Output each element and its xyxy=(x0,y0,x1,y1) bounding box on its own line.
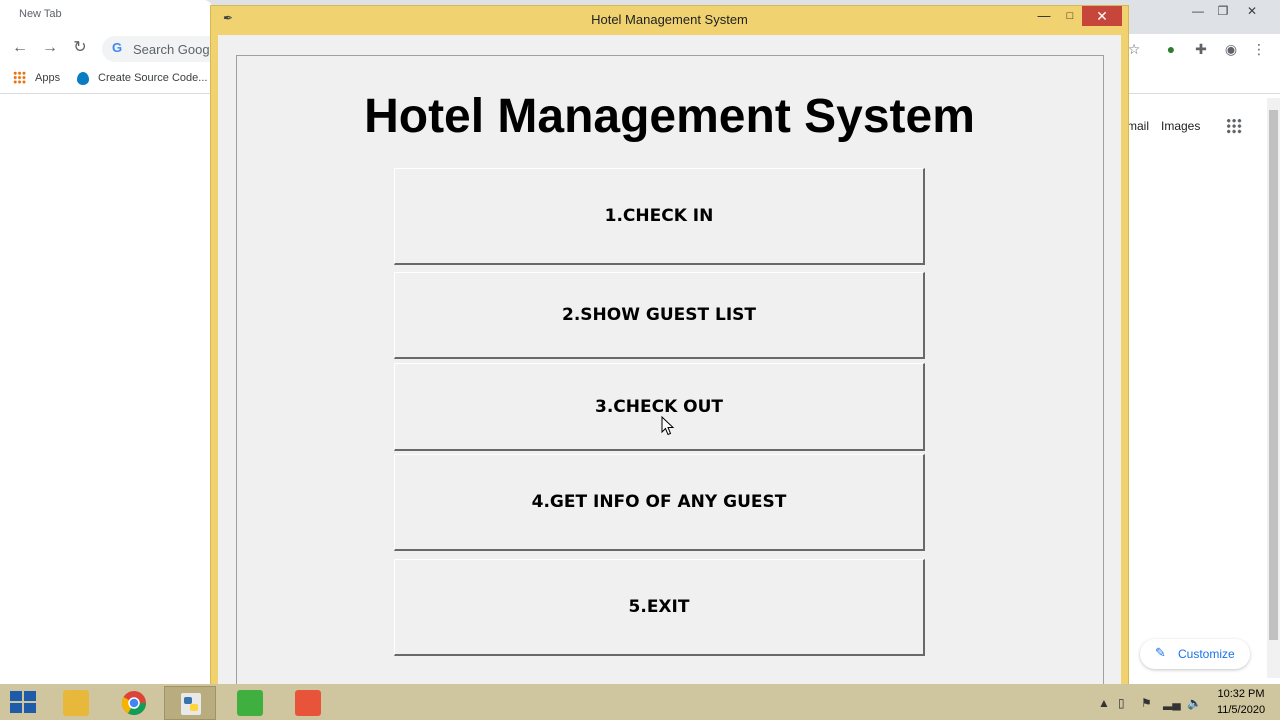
windows-start-icon[interactable] xyxy=(8,688,38,716)
page-title: Hotel Management System xyxy=(364,90,975,143)
check-out-button[interactable]: 3.CHECK OUT xyxy=(394,363,925,451)
browser-tab[interactable]: New Tab xyxy=(0,0,212,34)
clock-date[interactable]: 11/5/2020 xyxy=(1206,704,1276,716)
app-titlebar[interactable]: ✒ Hotel Management System — □ ✕ xyxy=(211,6,1128,32)
profile-icon[interactable]: ◉ xyxy=(1222,40,1240,58)
mouse-cursor-icon xyxy=(661,416,675,436)
check-in-button[interactable]: 1.CHECK IN xyxy=(394,168,925,265)
taskbar-camtasia-recorder[interactable] xyxy=(282,686,334,720)
app-maximize-button[interactable]: □ xyxy=(1057,6,1083,26)
gmail-link[interactable]: mail xyxy=(1127,119,1149,133)
camtasia-icon xyxy=(237,690,263,716)
bookmark-apps[interactable]: Apps xyxy=(35,72,60,84)
app-minimize-button[interactable]: — xyxy=(1031,6,1057,26)
pencil-icon: ✎ xyxy=(1155,645,1166,660)
taskbar-camtasia[interactable] xyxy=(224,686,276,720)
extension-icon[interactable]: ● xyxy=(1162,40,1180,58)
bookmark-create-source-code[interactable]: Create Source Code... xyxy=(98,72,207,84)
app-close-button[interactable]: ✕ xyxy=(1082,6,1122,26)
volume-icon[interactable]: 🔈 xyxy=(1187,696,1202,710)
hotel-app-window: ✒ Hotel Management System — □ ✕ Hotel Ma… xyxy=(210,5,1129,720)
app-client-area: Hotel Management System 1.CHECK IN 2.SHO… xyxy=(218,35,1121,720)
google-icon: G xyxy=(112,40,123,55)
page-scrollbar-thumb[interactable] xyxy=(1269,110,1278,640)
network-icon[interactable]: ▂▄ xyxy=(1163,696,1181,710)
apps-icon xyxy=(13,71,26,84)
browser-restore-button[interactable]: ❐ xyxy=(1211,2,1235,20)
tray-device-icon[interactable]: ▯ xyxy=(1118,696,1125,710)
python-icon xyxy=(181,693,201,715)
exit-button[interactable]: 5.EXIT xyxy=(394,559,925,656)
tray-expand-icon[interactable]: ▲ xyxy=(1098,696,1110,710)
images-link[interactable]: Images xyxy=(1161,119,1200,133)
drupal-icon xyxy=(77,72,89,85)
browser-close-button[interactable]: ✕ xyxy=(1240,2,1264,20)
google-apps-icon[interactable] xyxy=(1226,118,1242,134)
app-window-title: Hotel Management System xyxy=(591,12,748,27)
extensions-puzzle-icon[interactable]: ✚ xyxy=(1192,40,1210,58)
browser-tab-title: New Tab xyxy=(19,8,62,20)
camtasia-recorder-icon xyxy=(295,690,321,716)
get-guest-info-button[interactable]: 4.GET INFO OF ANY GUEST xyxy=(394,454,925,551)
browser-minimize-button[interactable]: — xyxy=(1186,2,1210,20)
folder-icon xyxy=(63,690,89,716)
show-guest-list-button[interactable]: 2.SHOW GUEST LIST xyxy=(394,272,925,359)
taskbar-python[interactable] xyxy=(164,686,216,720)
reload-icon[interactable]: ↻ xyxy=(70,38,90,58)
forward-icon[interactable]: → xyxy=(40,38,60,58)
clock-time[interactable]: 10:32 PM xyxy=(1206,688,1276,700)
more-menu-icon[interactable]: ⋮ xyxy=(1250,40,1268,58)
action-center-flag-icon[interactable]: ⚑ xyxy=(1141,696,1152,710)
address-bar-text[interactable]: Search Googl xyxy=(133,42,213,57)
chrome-icon xyxy=(121,691,146,716)
taskbar-file-explorer[interactable] xyxy=(50,686,102,720)
customize-label[interactable]: Customize xyxy=(1178,647,1235,661)
taskbar-chrome[interactable] xyxy=(108,686,160,720)
back-icon[interactable]: ← xyxy=(10,38,30,58)
